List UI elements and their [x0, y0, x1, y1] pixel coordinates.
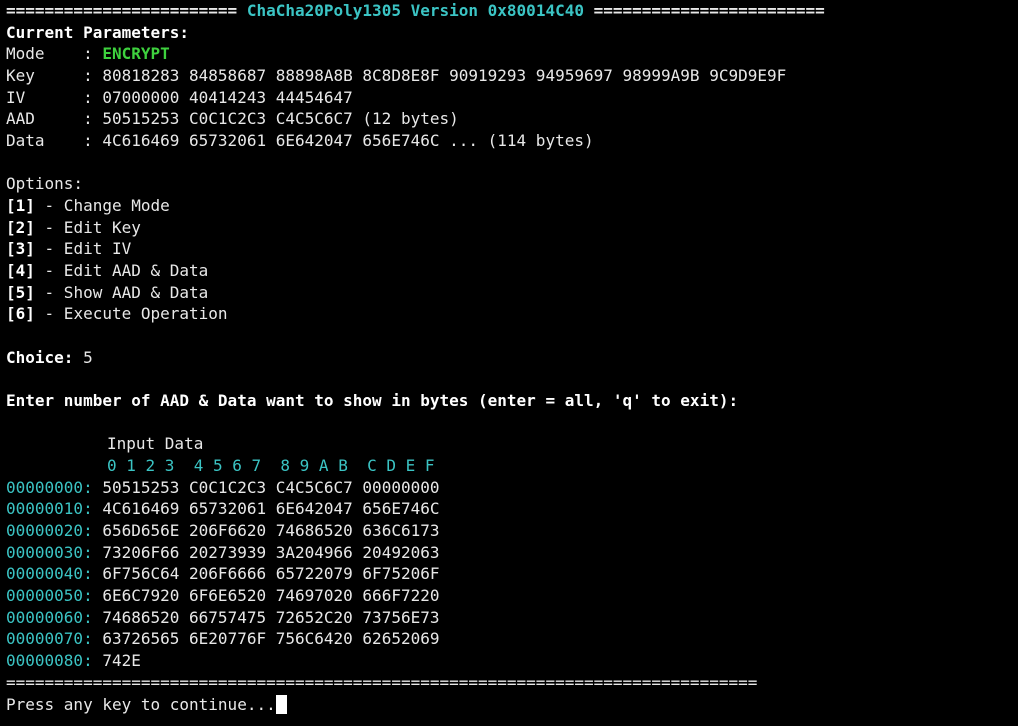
- param-aad-value: 50515253 C0C1C2C3 C4C5C6C7 (12 bytes): [102, 109, 459, 128]
- hexdump-bytes: 6E6C7920 6F6E6520 74697020 666F7220: [92, 586, 440, 605]
- hexdump-row: 00000070: 63726565 6E20776F 756C6420 626…: [6, 628, 439, 650]
- separator: ========================================…: [6, 673, 758, 692]
- param-mode-label: Mode :: [6, 44, 103, 63]
- continue-prompt: Press any key to continue...: [6, 695, 276, 714]
- hexdump-bytes: 6F756C64 206F6666 65722079 6F75206F: [92, 564, 440, 583]
- hexdump-address: 00000050:: [6, 586, 93, 605]
- option-key-5: [5]: [6, 283, 35, 302]
- hexdump-bytes: 74686520 66757475 72652C20 73756E73: [92, 608, 440, 627]
- param-aad: AAD : 50515253 C0C1C2C3 C4C5C6C7 (12 byt…: [6, 108, 459, 130]
- option-key-2: [2]: [6, 218, 35, 237]
- options-heading: Options:: [6, 174, 84, 193]
- hexdump-bytes: 4C616469 65732061 6E642047 656E746C: [92, 499, 440, 518]
- hexdump-bytes: 656D656E 206F6620 74686520 636C6173: [92, 521, 440, 540]
- terminal-window: ======================== ChaCha20Poly130…: [6, 0, 1016, 726]
- hexdump-bytes: 73206F66 20273939 3A204966 20492063: [92, 543, 440, 562]
- banner-left: ========================: [6, 1, 238, 20]
- hexdump-row: 00000060: 74686520 66757475 72652C20 737…: [6, 607, 439, 629]
- option-label-6: - Execute Operation: [34, 304, 228, 323]
- choice-value: 5: [73, 348, 93, 367]
- option-key-3: [3]: [6, 239, 35, 258]
- hexdump-address: 00000040:: [6, 564, 93, 583]
- option-label-2: - Edit Key: [34, 218, 141, 237]
- choice-line: Choice: 5: [6, 347, 93, 369]
- hexdump-address: 00000000:: [6, 478, 93, 497]
- option-key-4: [4]: [6, 261, 35, 280]
- option-item-5: [5] - Show AAD & Data: [6, 282, 208, 304]
- param-mode: Mode : ENCRYPT: [6, 43, 170, 65]
- show-prompt: Enter number of AAD & Data want to show …: [6, 391, 739, 410]
- hexdump-bytes: 742E: [92, 651, 141, 670]
- param-data-label: Data :: [6, 131, 103, 150]
- hexdump-row: 00000040: 6F756C64 206F6666 65722079 6F7…: [6, 563, 439, 585]
- hexdump-row: 00000020: 656D656E 206F6620 74686520 636…: [6, 520, 439, 542]
- hexdump-address: 00000030:: [6, 543, 93, 562]
- continue-line[interactable]: Press any key to continue...: [6, 694, 287, 716]
- hexdump-address: 00000070:: [6, 629, 93, 648]
- option-item-6: [6] - Execute Operation: [6, 303, 228, 325]
- hexdump-title: Input Data: [107, 434, 204, 453]
- hexdump-row: 00000050: 6E6C7920 6F6E6520 74697020 666…: [6, 585, 439, 607]
- param-key: Key : 80818283 84858687 88898A8B 8C8D8E8…: [6, 65, 786, 87]
- banner-right: ========================: [593, 1, 825, 20]
- param-data-value: 4C616469 65732061 6E642047 656E746C ... …: [102, 131, 594, 150]
- option-label-4: - Edit AAD & Data: [34, 261, 209, 280]
- option-item-2: [2] - Edit Key: [6, 217, 141, 239]
- param-iv-value: 07000000 40414243 44454647: [102, 88, 353, 107]
- hexdump-row: 00000000: 50515253 C0C1C2C3 C4C5C6C7 000…: [6, 477, 439, 499]
- option-label-3: - Edit IV: [34, 239, 132, 258]
- option-item-4: [4] - Edit AAD & Data: [6, 260, 208, 282]
- param-data: Data : 4C616469 65732061 6E642047 656E74…: [6, 130, 594, 152]
- banner: ======================== ChaCha20Poly130…: [6, 0, 825, 22]
- param-mode-value: ENCRYPT: [102, 44, 170, 63]
- param-iv: IV : 07000000 40414243 44454647: [6, 87, 353, 109]
- hexdump-row: 00000010: 4C616469 65732061 6E642047 656…: [6, 498, 439, 520]
- option-item-1: [1] - Change Mode: [6, 195, 170, 217]
- param-key-label: Key :: [6, 66, 103, 85]
- hexdump-row: 00000080: 742E: [6, 650, 141, 672]
- param-iv-label: IV :: [6, 88, 103, 107]
- hexdump-columns: 0 1 2 3 4 5 6 7 8 9 A B C D E F: [107, 456, 435, 475]
- choice-label: Choice:: [6, 348, 74, 367]
- hexdump-bytes: 63726565 6E20776F 756C6420 62652069: [92, 629, 440, 648]
- option-key-1: [1]: [6, 196, 35, 215]
- option-label-1: - Change Mode: [34, 196, 170, 215]
- hexdump-address: 00000080:: [6, 651, 93, 670]
- banner-title: ChaCha20Poly1305 Version 0x80014C40: [246, 1, 584, 20]
- hexdump-address: 00000010:: [6, 499, 93, 518]
- hexdump-address: 00000020:: [6, 521, 93, 540]
- option-label-5: - Show AAD & Data: [34, 283, 209, 302]
- params-heading: Current Parameters:: [6, 23, 190, 42]
- option-item-3: [3] - Edit IV: [6, 238, 131, 260]
- hexdump-address: 00000060:: [6, 608, 93, 627]
- hexdump-row: 00000030: 73206F66 20273939 3A204966 204…: [6, 542, 439, 564]
- param-aad-label: AAD :: [6, 109, 103, 128]
- hexdump-bytes: 50515253 C0C1C2C3 C4C5C6C7 00000000: [92, 478, 440, 497]
- text-cursor[interactable]: [275, 695, 287, 714]
- param-key-value: 80818283 84858687 88898A8B 8C8D8E8F 9091…: [102, 66, 787, 85]
- option-key-6: [6]: [6, 304, 35, 323]
